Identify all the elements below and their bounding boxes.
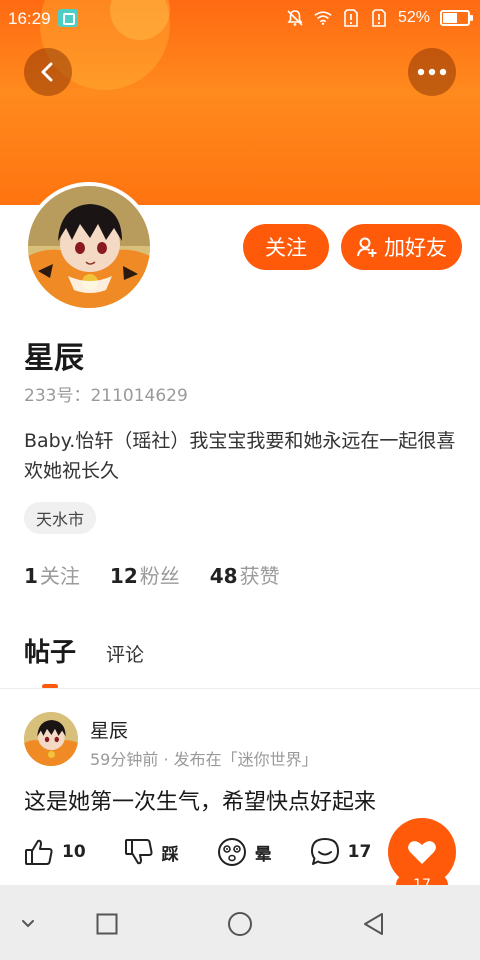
add-friend-button-label: 加好友 [384,236,447,260]
dislike-action[interactable]: 踩 [124,838,179,866]
nav-hide-button[interactable] [11,907,45,941]
heart-like-count: 17 [396,874,448,885]
like-count: 10 [62,842,86,862]
heart-icon [408,841,436,864]
comment-action[interactable]: 17 [310,837,372,867]
profile-id: 233号：211014629 [24,386,188,406]
stat-likes-count: 48 [209,564,238,588]
add-friend-button[interactable]: 加好友 [341,224,462,270]
add-person-icon [357,237,377,257]
stat-likes: 48 获赞 [210,560,280,589]
stat-following[interactable]: 1 关注 [24,560,80,589]
nav-back-button[interactable] [356,907,390,941]
nav-home-button[interactable] [223,907,257,941]
square-icon [96,913,118,935]
heart-like-count-badge: 17 [396,874,448,885]
post-actions: 10 踩 晕 17 [24,834,409,870]
profile-stats: 1 关注 12 粉丝 48 获赞 [24,560,280,594]
post-meta: 59分钟前 · 发布在「迷你世界」 [90,750,318,769]
more-options-button[interactable] [408,48,456,96]
like-action[interactable]: 10 [24,838,86,866]
user-avatar[interactable] [24,182,154,312]
triangle-back-icon [364,913,383,935]
system-navigation-bar [0,885,480,960]
stat-followers-count: 12 [109,564,138,588]
stat-following-label: 关注 [39,564,80,588]
follow-button-label: 关注 [265,236,307,260]
circle-icon [228,912,252,936]
thumbs-down-icon [124,839,153,865]
dizzy-action[interactable]: 晕 [217,837,272,867]
profile-username: 星辰 [24,341,84,376]
dizzy-label: 晕 [254,844,272,865]
stat-followers[interactable]: 12 粉丝 [110,560,180,589]
comment-count: 17 [347,842,372,862]
tabs-divider [0,688,480,689]
location-tag[interactable]: 天水市 [24,502,97,534]
stat-followers-label: 粉丝 [139,564,180,588]
nav-recents-button[interactable] [90,907,124,941]
thumbs-up-icon [25,839,53,865]
profile-bio: Baby.怡轩（瑶社）我宝宝我要和她永远在一起很喜欢她祝长久 [24,430,456,482]
tab-posts[interactable]: 帖子 [24,632,76,669]
battery-icon [440,10,473,26]
back-button[interactable] [24,48,72,96]
stat-likes-label: 获赞 [239,564,280,588]
post-text[interactable]: 这是她第一次生气，希望快点好起来 [24,784,376,816]
dizzy-face-icon [217,838,246,866]
sim1-no-signal-icon [342,9,360,27]
post-author-name[interactable]: 星辰 [90,716,128,743]
chevron-left-icon [41,62,53,82]
location-label: 天水市 [36,510,85,529]
more-horizontal-icon [417,68,447,76]
wifi-icon [314,9,332,27]
status-bar: 16:29 52% [0,0,480,36]
stat-following-count: 1 [24,564,38,588]
status-time: 16:29 [8,9,51,28]
tab-comments[interactable]: 评论 [106,640,144,667]
chevron-down-icon [22,920,34,928]
screenshot-notification-icon [58,9,78,27]
comment-icon [310,838,339,865]
battery-percentage: 52% [397,9,430,26]
content-tabs: 帖子 评论 [24,632,144,680]
dislike-label: 踩 [161,844,179,865]
follow-button[interactable]: 关注 [243,224,329,270]
mute-bell-icon [286,9,304,27]
sim2-no-signal-icon [370,9,388,27]
post-author-avatar[interactable] [24,712,78,766]
